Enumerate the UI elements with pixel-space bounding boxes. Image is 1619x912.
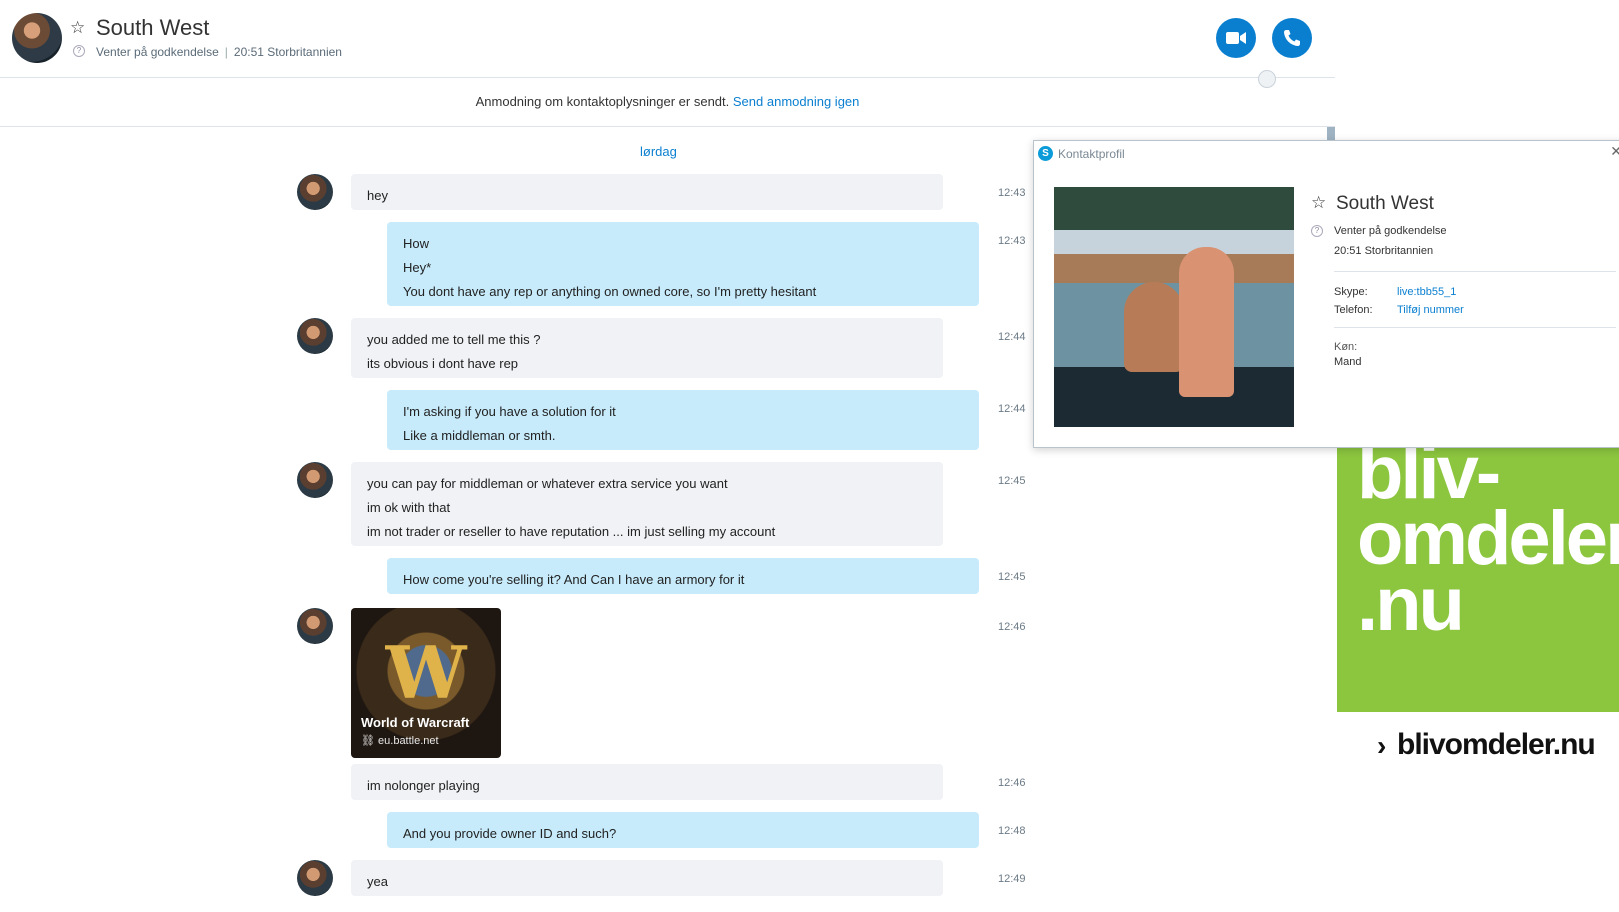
pending-status-icon: ? [73,45,85,57]
message-avatar[interactable] [297,860,333,896]
contact-status-line: Venter på godkendelse | 20:51 Storbritanni… [96,45,342,59]
gender-value: Mand [1334,356,1362,368]
incoming-message[interactable]: yea [351,860,943,896]
favorite-star-icon[interactable]: ☆ [1311,193,1326,213]
message-time: 12:48 [998,825,1026,837]
scrollbar-thumb[interactable] [1327,127,1335,141]
phone-icon [1284,30,1300,46]
day-separator: lørdag [640,144,677,159]
contact-local-time: 20:51 Storbritannien [233,45,342,59]
message-avatar[interactable] [297,174,333,210]
message-time: 12:45 [998,475,1026,487]
advertisement-banner[interactable]: bliv- omdeler .nu › blivomdeler.nu [1337,435,1619,912]
message-line: How [403,236,430,251]
voice-call-button[interactable] [1272,18,1312,58]
skype-logo-icon: S [1038,146,1053,161]
gender-label: Køn: [1334,341,1358,353]
link-preview-card[interactable]: W World of Warcraft ⛓ eu.battle.net [351,608,501,758]
incoming-message[interactable]: you can pay for middleman or whatever ex… [351,462,943,546]
message-time: 12:49 [998,873,1026,885]
message-line: Like a middleman or smth. [403,428,556,443]
profile-photo [1054,187,1294,427]
notice-text: Anmodning om kontaktoplysninger er sendt… [475,94,730,109]
resend-request-link[interactable]: Send anmodning igen [733,94,860,109]
incoming-message[interactable]: im nolonger playing [351,764,943,800]
close-icon[interactable]: ✕ [1610,143,1619,160]
message-line: You dont have any rep or anything on own… [403,284,817,299]
message-line: And you provide owner ID and such? [403,826,617,841]
message-avatar[interactable] [297,462,333,498]
message-line: yea [367,874,388,889]
message-line: im ok with that [367,500,451,515]
profile-name: South West [1336,193,1434,214]
video-call-button[interactable] [1216,18,1256,58]
pending-status-icon: ? [1311,225,1323,237]
skype-id-link[interactable]: live:tbb55_1 [1397,286,1456,298]
message-line: you can pay for middleman or whatever ex… [367,476,728,491]
contact-name[interactable]: South West [96,15,209,41]
add-phone-link[interactable]: Tilføj nummer [1397,304,1464,316]
message-line: Hey* [403,260,432,275]
message-line: hey [367,188,388,203]
message-time: 12:43 [998,187,1026,199]
favorite-star-icon[interactable]: ☆ [70,18,85,38]
message-line: you added me to tell me this ? [367,332,541,347]
phone-label: Telefon: [1334,304,1373,316]
outgoing-message[interactable]: I'm asking if you have a solution for it… [387,390,979,450]
message-time: 12:43 [998,235,1026,247]
message-line: I'm asking if you have a solution for it [403,404,616,419]
message-avatar[interactable] [297,608,333,644]
profile-status: Venter på godkendelse [1334,225,1447,237]
incoming-message[interactable]: hey [351,174,943,210]
divider [1334,271,1616,272]
chevron-right-icon: › [1377,730,1387,761]
divider [1334,327,1616,328]
outgoing-message[interactable]: And you provide owner ID and such? [387,812,979,848]
ad-headline: bliv- omdeler .nu [1357,435,1619,647]
link-preview-domain: eu.battle.net [378,735,439,747]
profile-window-title: Kontaktprofil [1058,147,1125,161]
conversation-header: ☆ South West ? Venter på godkendelse | 20:… [0,0,1335,88]
skype-label: Skype: [1334,286,1368,298]
video-camera-icon [1226,32,1246,44]
message-line: im not trader or reseller to have reputa… [367,524,776,539]
message-time: 12:44 [998,331,1026,343]
warcraft-logo-icon: W [385,630,467,715]
outgoing-message[interactable]: How Hey* You dont have any rep or anythi… [387,222,979,306]
ad-green-panel: bliv- omdeler .nu [1337,435,1619,712]
profile-local-time: 20:51 Storbritannien [1334,245,1434,257]
message-line: its obvious i dont have rep [367,356,519,371]
ad-link-text[interactable]: blivomdeler.nu [1397,728,1596,762]
contact-profile-window: S Kontaktprofil ✕ ☆ South West ? Venter … [1033,140,1619,448]
message-avatar[interactable] [297,318,333,354]
message-time: 12:46 [998,621,1026,633]
ad-headline-line: .nu [1357,562,1465,647]
link-icon: ⛓ [361,735,379,747]
outgoing-message[interactable]: How come you're selling it? And Can I ha… [387,558,979,594]
link-preview-url: ⛓ eu.battle.net [361,734,439,747]
incoming-message[interactable]: you added me to tell me this ? its obvio… [351,318,943,378]
message-line: im nolonger playing [367,778,480,793]
message-line: How come you're selling it? And Can I ha… [403,572,745,587]
contact-request-notice: Anmodning om kontaktoplysninger er sendt… [0,78,1335,127]
message-time: 12:46 [998,777,1026,789]
message-time: 12:45 [998,571,1026,583]
contact-avatar[interactable] [12,13,62,63]
message-time: 12:44 [998,403,1026,415]
contact-status: Venter på godkendelse [96,45,219,59]
link-preview-title: World of Warcraft [361,715,470,730]
